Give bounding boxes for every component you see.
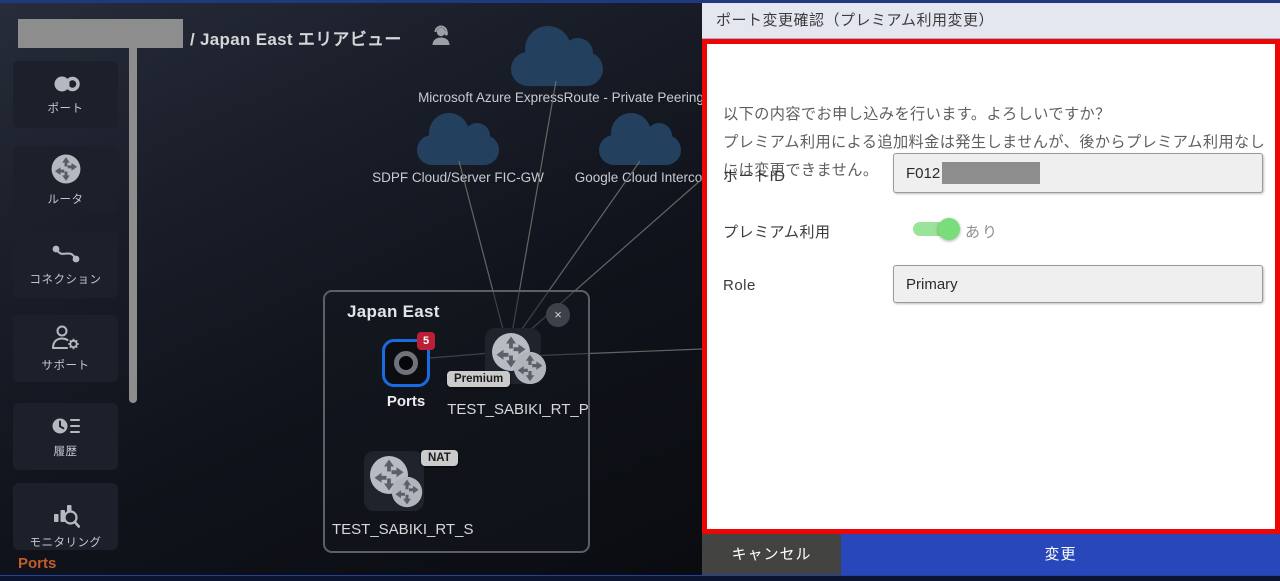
connection-icon bbox=[50, 242, 82, 266]
dialog-body: 以下の内容でお申し込みを行います。よろしいですか？ プレミアム利用による追加料金… bbox=[702, 39, 1280, 534]
cloud-azure[interactable] bbox=[511, 52, 603, 86]
cloud-azure-label: Microsoft Azure ExpressRoute - Private P… bbox=[406, 90, 703, 105]
monitoring-icon bbox=[49, 499, 83, 529]
redacted-tenant-name bbox=[18, 19, 183, 48]
premium-state-label: あり bbox=[965, 221, 999, 242]
dialog-title: ポート変更確認（プレミアム利用変更） bbox=[702, 3, 1280, 39]
submit-button[interactable]: 変更 bbox=[841, 534, 1280, 575]
sidebar-item-router[interactable]: ルータ bbox=[13, 146, 118, 213]
premium-toggle-knob[interactable] bbox=[938, 218, 960, 240]
role-field[interactable]: Primary bbox=[893, 265, 1263, 303]
user-headset-icon[interactable] bbox=[430, 24, 452, 53]
router-icon bbox=[513, 351, 547, 390]
history-icon bbox=[49, 414, 83, 438]
sidebar-item-history[interactable]: 履歴 bbox=[13, 403, 118, 470]
ports-node-label: Ports bbox=[376, 393, 436, 410]
sidebar-item-label: ポート bbox=[48, 100, 84, 116]
port-id-field[interactable]: F012 bbox=[893, 153, 1263, 193]
group-japan-east: Japan East × 5 Ports P bbox=[323, 290, 590, 553]
redacted-vertical-bar bbox=[129, 45, 137, 403]
dialog-footer: キャンセル 変更 bbox=[702, 534, 1280, 575]
cloud-google[interactable] bbox=[599, 135, 681, 165]
bottom-border-strip bbox=[0, 575, 1280, 581]
sidebar-item-monitoring[interactable]: モニタリング bbox=[13, 483, 118, 550]
close-icon[interactable]: × bbox=[546, 303, 570, 327]
port-id-label: ポートID bbox=[723, 165, 786, 186]
sidebar-item-label: コネクション bbox=[30, 271, 102, 287]
cloud-sdpf-label: SDPF Cloud/Server FIC-GW bbox=[358, 170, 558, 185]
topology-canvas: / Japan East エリアビュー ポート ルータ bbox=[0, 3, 703, 575]
role-label: Role bbox=[723, 277, 756, 294]
sidebar-item-label: サポート bbox=[42, 357, 90, 373]
port-donut-icon bbox=[394, 351, 418, 375]
sidebar-item-label: 履歴 bbox=[54, 443, 78, 459]
sidebar-item-label: ルータ bbox=[48, 191, 84, 207]
role-value: Primary bbox=[906, 276, 958, 293]
ports-count-badge: 5 bbox=[417, 332, 435, 350]
nat-badge: NAT bbox=[421, 450, 458, 466]
breadcrumb: / Japan East エリアビュー bbox=[190, 25, 402, 50]
support-icon bbox=[49, 324, 83, 352]
sidebar-item-support[interactable]: サポート bbox=[13, 315, 118, 382]
top-border-strip bbox=[0, 0, 1280, 3]
cloud-google-label: Google Cloud Interconnect bbox=[555, 170, 703, 185]
cloud-sdpf[interactable] bbox=[417, 135, 499, 165]
sidebar-item-label: モニタリング bbox=[30, 534, 102, 550]
ports-icon bbox=[49, 73, 83, 95]
sidebar-item-connection[interactable]: コネクション bbox=[13, 231, 118, 298]
premium-label: プレミアム利用 bbox=[723, 221, 830, 242]
router-secondary-label: TEST_SABIKI_RT_S bbox=[332, 521, 472, 538]
sidebar-item-ports[interactable]: ポート bbox=[13, 61, 118, 128]
port-id-value: F012 bbox=[906, 165, 940, 182]
premium-badge: Premium bbox=[447, 371, 510, 387]
group-title: Japan East bbox=[347, 302, 440, 322]
dialog-message-line1: 以下の内容でお申し込みを行います。よろしいですか？ bbox=[723, 106, 1111, 123]
port-change-dialog: ポート変更確認（プレミアム利用変更） 以下の内容でお申し込みを行います。よろしい… bbox=[702, 3, 1280, 575]
router-icon bbox=[49, 152, 83, 186]
router-icon bbox=[391, 476, 423, 513]
cancel-button[interactable]: キャンセル bbox=[702, 534, 841, 575]
ports-footer-link[interactable]: Ports bbox=[18, 555, 56, 572]
redacted-port-id bbox=[942, 162, 1040, 184]
router-primary-label: TEST_SABIKI_RT_P bbox=[433, 401, 603, 418]
